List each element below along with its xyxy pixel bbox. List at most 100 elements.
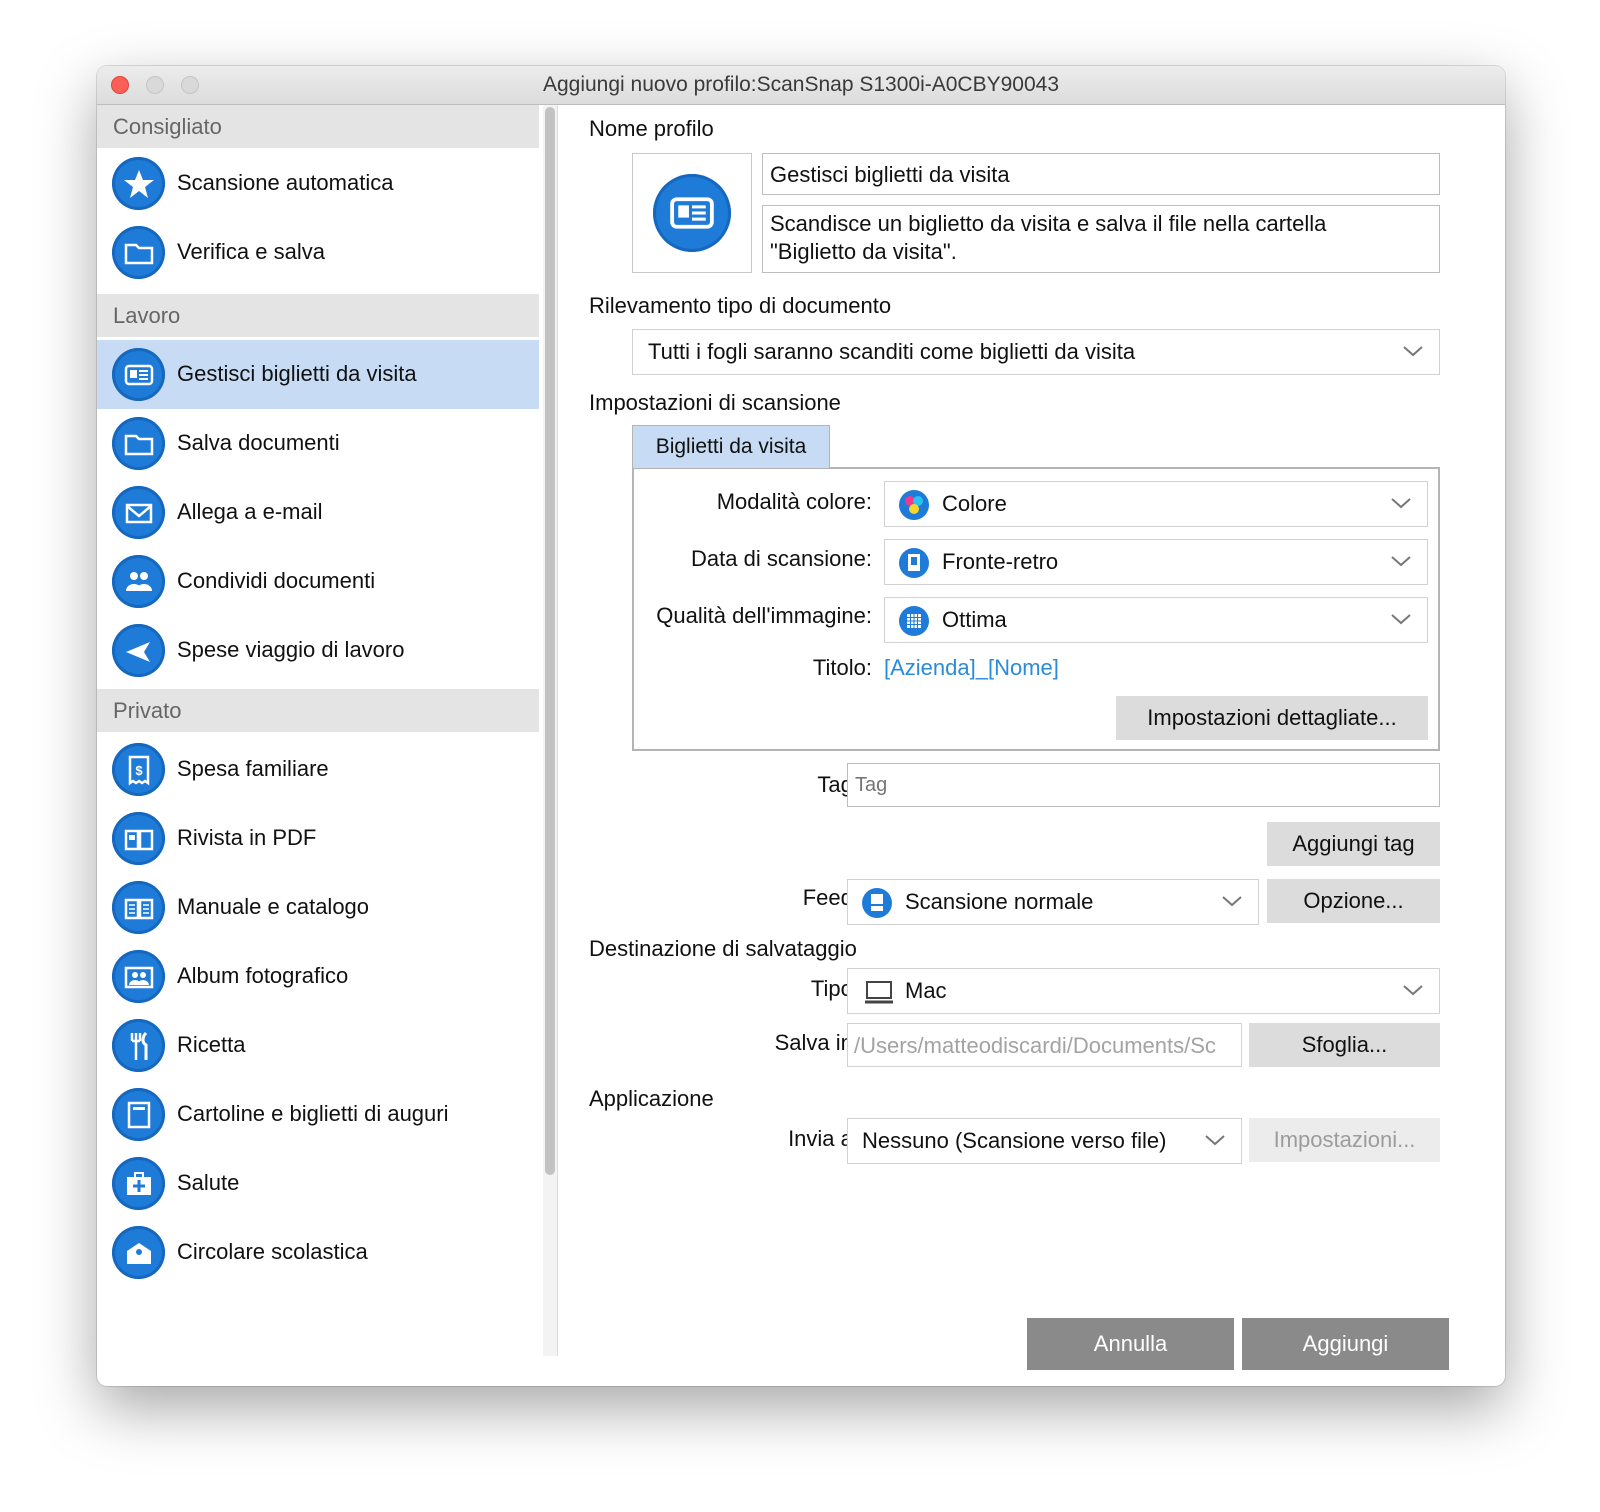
profile-name-field[interactable]: Gestisci biglietti da visita — [762, 153, 1440, 195]
scan-settings-tab-panel: Modalità colore: Colore Data di scansion… — [632, 467, 1440, 751]
sidebar-item-manuale-catalogo[interactable]: Manuale e catalogo — [97, 873, 539, 942]
sidebar-item-label: Verifica e salva — [177, 239, 325, 264]
school-icon — [112, 1226, 165, 1279]
magazine-icon — [112, 812, 165, 865]
duplex-page-icon — [899, 548, 929, 578]
color-mode-label: Modalità colore: — [716, 489, 872, 514]
sidebar-item-salute[interactable]: Salute — [97, 1149, 539, 1218]
sidebar-item-circolare-scolastica[interactable]: Circolare scolastica — [97, 1218, 539, 1287]
computer-icon — [865, 981, 893, 1004]
sidebar-item-ricetta[interactable]: Ricetta — [97, 1011, 539, 1080]
application-settings-button[interactable]: Impostazioni... — [1249, 1118, 1440, 1162]
profile-icon-box[interactable] — [632, 153, 752, 273]
photo-album-icon — [112, 950, 165, 1003]
sidebar-item-spese-viaggio[interactable]: Spese viaggio di lavoro — [97, 616, 539, 685]
detailed-settings-button[interactable]: Impostazioni dettagliate... — [1116, 696, 1428, 740]
sidebar-item-label: Scansione automatica — [177, 170, 394, 195]
description-line: Scandisce un biglietto da visita e salva… — [770, 211, 1327, 236]
sidebar-item-spesa-familiare[interactable]: $ Spesa familiare — [97, 735, 539, 804]
profile-category-sidebar: Consigliato Scansione automatica Verific… — [97, 105, 539, 1356]
file-title-label: Titolo: — [812, 655, 872, 680]
star-icon — [112, 157, 165, 210]
sidebar-item-label: Cartoline e biglietti di auguri — [177, 1101, 449, 1126]
color-palette-icon — [899, 490, 929, 520]
folder-icon — [112, 417, 165, 470]
sidebar-item-label: Spesa familiare — [177, 756, 329, 781]
chevron-down-icon — [1205, 1135, 1225, 1146]
destination-type-select[interactable]: Mac — [847, 968, 1440, 1014]
window-title: Aggiungi nuovo profilo:ScanSnap S1300i-A… — [542, 73, 1060, 96]
scan-side-select[interactable]: Fronte-retro — [884, 539, 1428, 585]
file-title-link[interactable]: [Azienda]_[Nome] — [884, 655, 1059, 681]
cancel-button[interactable]: Annulla — [1027, 1318, 1234, 1370]
chevron-down-icon — [1391, 614, 1411, 625]
sidebar-item-label: Condividi documenti — [177, 568, 376, 593]
profile-settings-panel: Nome profilo Gestisci biglietti da visit… — [559, 105, 1505, 1356]
sidebar-item-condividi-documenti[interactable]: Condividi documenti — [97, 547, 539, 616]
chevron-down-icon — [1391, 498, 1411, 509]
sidebar-scroll-thumb[interactable] — [545, 107, 555, 1175]
sidebar-item-label: Salute — [177, 1170, 240, 1195]
airplane-icon — [112, 624, 165, 677]
description-line: "Biglietto da visita". — [770, 239, 957, 264]
tab-biglietti-da-visita[interactable]: Biglietti da visita — [632, 425, 830, 468]
image-quality-label: Qualità dell'immagine: — [656, 603, 872, 628]
application-section-label: Applicazione — [589, 1086, 714, 1111]
sidebar-item-label: Manuale e catalogo — [177, 894, 370, 919]
sidebar-item-label: Rivista in PDF — [177, 825, 317, 850]
add-tag-button[interactable]: Aggiungi tag — [1267, 822, 1440, 866]
save-destination-section-label: Destinazione di salvataggio — [589, 936, 857, 961]
fork-knife-icon — [112, 1019, 165, 1072]
chevron-down-icon — [1391, 556, 1411, 567]
sidebar-item-scansione-automatica[interactable]: Scansione automatica — [97, 149, 539, 218]
sidebar-item-gestisci-biglietti[interactable]: Gestisci biglietti da visita — [97, 340, 539, 409]
scan-settings-section-label: Impostazioni di scansione — [589, 390, 841, 415]
folder-icon — [112, 226, 165, 279]
feed-scan-icon — [862, 888, 892, 918]
receipt-icon: $ — [112, 743, 165, 796]
section-header-lavoro: Lavoro — [97, 294, 539, 337]
section-header-consigliato: Consigliato — [97, 105, 539, 148]
sidebar-item-cartoline[interactable]: Cartoline e biglietti di auguri — [97, 1080, 539, 1149]
business-card-icon — [653, 174, 731, 252]
send-to-select[interactable]: Nessuno (Scansione verso file) — [847, 1118, 1242, 1164]
sidebar-item-salva-documenti[interactable]: Salva documenti — [97, 409, 539, 478]
sidebar-item-label: Spese viaggio di lavoro — [177, 637, 405, 662]
book-icon — [112, 881, 165, 934]
svg-text:$: $ — [135, 763, 143, 778]
document-detection-select[interactable]: Tutti i fogli saranno scanditi come bigl… — [632, 329, 1440, 375]
business-card-icon — [112, 348, 165, 401]
sidebar-item-verifica-e-salva[interactable]: Verifica e salva — [97, 218, 539, 287]
feed-option-button[interactable]: Opzione... — [1267, 879, 1440, 923]
sidebar-item-label: Ricetta — [177, 1032, 246, 1057]
tag-input[interactable] — [847, 763, 1440, 807]
image-quality-select[interactable]: Ottima — [884, 597, 1428, 643]
sidebar-item-label: Gestisci biglietti da visita — [177, 361, 417, 386]
color-mode-select[interactable]: Colore — [884, 481, 1428, 527]
sidebar-item-label: Allega a e-mail — [177, 499, 323, 524]
chevron-down-icon — [1403, 346, 1423, 357]
section-header-privato: Privato — [97, 689, 539, 732]
envelope-icon — [112, 486, 165, 539]
sidebar-item-label: Circolare scolastica — [177, 1239, 368, 1264]
sidebar-item-rivista-pdf[interactable]: Rivista in PDF — [97, 804, 539, 873]
people-icon — [112, 555, 165, 608]
feed-select[interactable]: Scansione normale — [847, 879, 1259, 925]
document-detection-section-label: Rilevamento tipo di documento — [589, 293, 892, 318]
image-quality-icon — [899, 606, 929, 636]
sidebar-item-album-fotografico[interactable]: Album fotografico — [97, 942, 539, 1011]
sidebar-item-allega-email[interactable]: Allega a e-mail — [97, 478, 539, 547]
add-profile-button[interactable]: Aggiungi — [1242, 1318, 1449, 1370]
title-bar: Aggiungi nuovo profilo:ScanSnap S1300i-A… — [97, 66, 1505, 105]
chevron-down-icon — [1222, 896, 1242, 907]
scan-side-label: Data di scansione: — [691, 546, 872, 571]
medical-kit-icon — [112, 1157, 165, 1210]
sidebar-item-label: Salva documenti — [177, 430, 340, 455]
add-profile-window: Aggiungi nuovo profilo:ScanSnap S1300i-A… — [97, 66, 1505, 1386]
postcard-icon — [112, 1088, 165, 1141]
sidebar-scrollbar[interactable] — [543, 105, 558, 1356]
browse-button[interactable]: Sfoglia... — [1249, 1023, 1440, 1067]
profile-name-section-label: Nome profilo — [589, 116, 714, 141]
save-in-path-field[interactable]: /Users/matteodiscardi/Documents/Sc — [847, 1023, 1242, 1067]
profile-description-field[interactable]: Scandisce un biglietto da visita e salva… — [762, 205, 1440, 273]
